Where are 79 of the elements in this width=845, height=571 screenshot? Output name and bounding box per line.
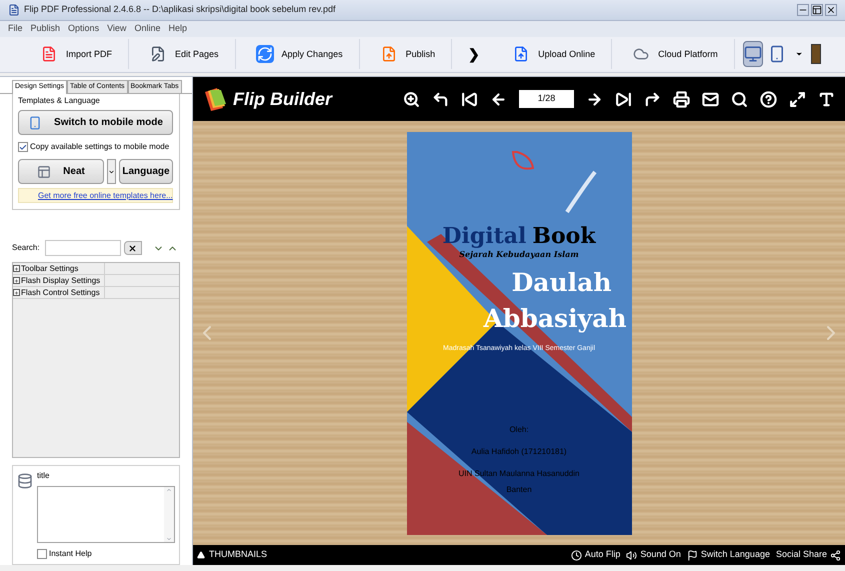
last-page-icon[interactable] bbox=[615, 90, 632, 108]
toolbar-button[interactable]: Publish bbox=[364, 39, 452, 70]
clear-icon bbox=[128, 244, 138, 252]
settings-group-row[interactable]: Flash Control Settings bbox=[13, 287, 105, 298]
search-field[interactable] bbox=[44, 240, 121, 256]
menu-item[interactable]: Online bbox=[134, 22, 160, 36]
menu-item[interactable]: View bbox=[107, 22, 126, 36]
settings-group-row[interactable]: Flash Display Settings bbox=[13, 275, 105, 286]
first-page-icon[interactable] bbox=[461, 90, 478, 108]
cover-subject: Sejarah Kebudayaan Islam bbox=[459, 248, 579, 260]
language-button[interactable]: Language bbox=[119, 159, 173, 184]
expand-icon bbox=[13, 265, 20, 272]
search-icon[interactable] bbox=[731, 90, 748, 108]
cover-title: Daulah bbox=[512, 268, 612, 298]
cover-university: UIN Sultan Maulanna Hasanuddin Banten bbox=[458, 468, 580, 496]
database-icon bbox=[17, 472, 33, 490]
restore-icon[interactable] bbox=[811, 4, 823, 16]
next-page-icon[interactable] bbox=[586, 90, 603, 108]
templates-link[interactable]: Get more free online templates here... bbox=[38, 190, 173, 202]
checkbox[interactable] bbox=[37, 549, 47, 559]
menu-item[interactable]: Publish bbox=[30, 22, 60, 36]
thumbnails-button[interactable]: THUMBNAILS bbox=[209, 548, 268, 562]
settings-group-row[interactable]: Toolbar Settings bbox=[13, 263, 105, 274]
print-icon[interactable] bbox=[673, 90, 690, 108]
viewer-control[interactable]: Sound On bbox=[626, 548, 681, 562]
expand-icon bbox=[13, 277, 20, 284]
checkbox[interactable] bbox=[18, 142, 28, 152]
toolbar-button[interactable]: Edit Pages bbox=[133, 39, 236, 70]
group-title: Templates & Language bbox=[18, 95, 101, 107]
cover-author: Aulia Hafidoh (171210181) bbox=[471, 446, 567, 458]
layout-icon bbox=[37, 164, 52, 178]
previous-page-icon[interactable] bbox=[490, 90, 507, 108]
cover-heading: Digital bbox=[442, 224, 526, 248]
book-logo-icon bbox=[203, 86, 227, 112]
toolbar-button[interactable]: Cloud Platform bbox=[616, 39, 735, 70]
window-title: Flip PDF Professional 2.4.6.8 -- D:\aplikasi skripsi\digital book sebelum rev.pdf bbox=[24, 3, 336, 16]
menu-item[interactable]: Help bbox=[168, 22, 187, 36]
template-button[interactable]: Neat bbox=[18, 159, 104, 184]
clear-search-button[interactable] bbox=[124, 241, 142, 255]
flag-icon bbox=[686, 550, 698, 560]
checkbox-label: Copy available settings to mobile mode bbox=[30, 141, 170, 153]
page-number-field[interactable]: 1/28 bbox=[519, 90, 574, 108]
viewer-control[interactable]: Auto Flip bbox=[570, 548, 620, 562]
next-arrow[interactable]: ❯ bbox=[456, 44, 492, 65]
viewer-control[interactable]: Switch Language bbox=[686, 548, 770, 562]
brand-name: Flip Builder bbox=[233, 88, 332, 111]
checkbox-label: Instant Help bbox=[49, 548, 92, 560]
theme-thumbnail-icon[interactable] bbox=[810, 44, 822, 64]
eject-icon bbox=[197, 551, 205, 559]
refresh-icon bbox=[256, 45, 274, 64]
mail-icon[interactable] bbox=[702, 90, 719, 108]
help-title: title bbox=[37, 470, 50, 482]
phone-icon bbox=[28, 114, 42, 130]
zoom-in-icon[interactable] bbox=[403, 90, 420, 108]
toolbar-button[interactable]: Import PDF bbox=[24, 39, 130, 70]
document-icon bbox=[40, 45, 58, 64]
turn-left-icon[interactable] bbox=[432, 90, 449, 108]
toolbar-button[interactable]: Apply Changes bbox=[240, 39, 360, 70]
close-icon[interactable] bbox=[825, 4, 837, 16]
turn-right-icon[interactable] bbox=[644, 90, 661, 108]
clock-icon bbox=[570, 550, 582, 560]
text-icon[interactable] bbox=[818, 90, 835, 108]
toolbar-button[interactable]: Upload Online bbox=[496, 39, 612, 70]
viewer-control[interactable]: Social Share bbox=[776, 548, 841, 562]
menu-item[interactable]: Options bbox=[68, 22, 100, 36]
share-icon bbox=[830, 550, 841, 560]
expand-icon bbox=[13, 289, 20, 296]
fullscreen-icon[interactable] bbox=[789, 90, 806, 108]
cover-author-label: Oleh: bbox=[509, 424, 529, 436]
switch-mobile-button[interactable]: Switch to mobile mode bbox=[18, 110, 173, 135]
app-icon bbox=[8, 4, 20, 16]
desktop-view-button[interactable] bbox=[742, 41, 763, 68]
monitor-icon bbox=[744, 45, 762, 64]
menu-item[interactable]: File bbox=[8, 22, 23, 36]
help-icon[interactable] bbox=[760, 90, 777, 108]
minimize-icon[interactable] bbox=[797, 4, 809, 16]
search-label: Search: bbox=[12, 242, 40, 254]
cover-heading: Book bbox=[532, 224, 596, 248]
speaker-icon bbox=[626, 550, 638, 560]
